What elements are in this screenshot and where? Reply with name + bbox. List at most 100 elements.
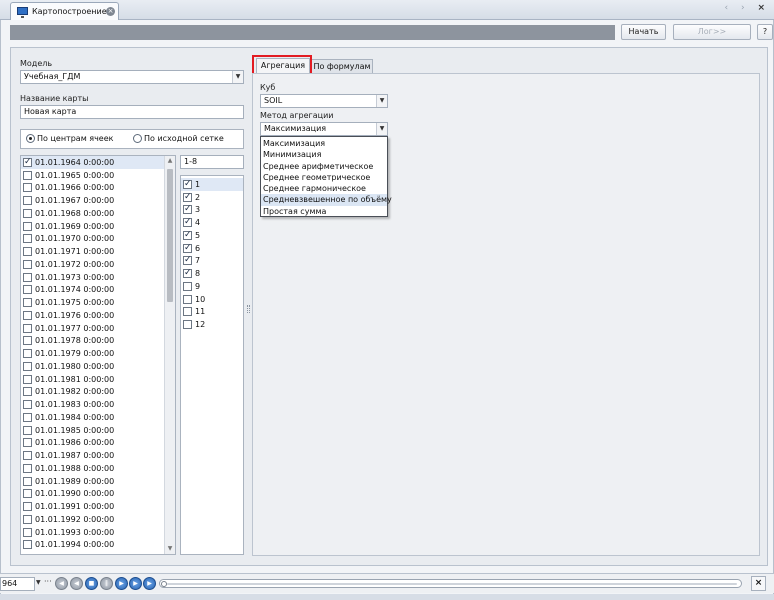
- layer-item[interactable]: 12: [181, 318, 243, 331]
- date-item[interactable]: 01.01.1974 0:00:00: [21, 284, 175, 297]
- stop-icon[interactable]: ■: [85, 577, 98, 590]
- layer-range-input[interactable]: 1-8: [180, 155, 244, 169]
- checkbox-icon[interactable]: [23, 285, 32, 295]
- checkbox-icon[interactable]: [23, 234, 32, 244]
- checkbox-icon[interactable]: [23, 438, 32, 448]
- date-item[interactable]: 01.01.1986 0:00:00: [21, 437, 175, 450]
- date-item[interactable]: 01.01.1984 0:00:00: [21, 411, 175, 424]
- checkbox-icon[interactable]: [23, 463, 32, 473]
- checkbox-checked-icon[interactable]: ✓: [23, 157, 32, 167]
- splitter-handle[interactable]: [247, 305, 250, 313]
- checkbox-icon[interactable]: [23, 489, 32, 499]
- date-item[interactable]: 01.01.1973 0:00:00: [21, 271, 175, 284]
- date-item[interactable]: 01.01.1975 0:00:00: [21, 296, 175, 309]
- layer-item[interactable]: ✓ 3: [181, 204, 243, 217]
- method-option[interactable]: Среднее арифметическое: [261, 161, 387, 172]
- date-item[interactable]: 01.01.1994 0:00:00: [21, 539, 175, 552]
- radio-dot-icon[interactable]: [133, 134, 142, 143]
- window-controls[interactable]: ‹ › ×: [725, 3, 770, 13]
- checkbox-icon[interactable]: [23, 502, 32, 512]
- scroll-thumb[interactable]: [167, 169, 173, 302]
- date-item[interactable]: ✓ 01.01.1964 0:00:00: [21, 156, 175, 169]
- method-option[interactable]: Среднее гармоническое: [261, 183, 387, 194]
- checkbox-icon[interactable]: [23, 527, 32, 537]
- checkbox-icon[interactable]: [183, 294, 192, 304]
- checkbox-icon[interactable]: [23, 272, 32, 282]
- layer-item[interactable]: ✓ 4: [181, 216, 243, 229]
- close-playback-button[interactable]: ×: [751, 576, 766, 591]
- checkbox-icon[interactable]: [183, 281, 192, 291]
- layer-item[interactable]: ✓ 8: [181, 267, 243, 280]
- rewind-icon[interactable]: ◀: [70, 577, 83, 590]
- date-item[interactable]: 01.01.1981 0:00:00: [21, 373, 175, 386]
- checkbox-checked-icon[interactable]: ✓: [183, 243, 192, 253]
- date-item[interactable]: 01.01.1971 0:00:00: [21, 245, 175, 258]
- date-item[interactable]: 01.01.1968 0:00:00: [21, 207, 175, 220]
- checkbox-icon[interactable]: [23, 323, 32, 333]
- checkbox-icon[interactable]: [23, 425, 32, 435]
- model-select[interactable]: Учебная_ГДМ ▼: [20, 70, 244, 84]
- method-option[interactable]: Минимизация: [261, 149, 387, 160]
- date-item[interactable]: 01.01.1976 0:00:00: [21, 309, 175, 322]
- radio-source-grid[interactable]: По исходной сетке: [133, 134, 224, 143]
- date-item[interactable]: 01.01.1991 0:00:00: [21, 500, 175, 513]
- close-icon[interactable]: ×: [106, 7, 115, 16]
- date-item[interactable]: 01.01.1969 0:00:00: [21, 220, 175, 233]
- method-option[interactable]: Среднее геометрическое: [261, 172, 387, 183]
- checkbox-icon[interactable]: [183, 320, 192, 330]
- checkbox-checked-icon[interactable]: ✓: [183, 218, 192, 228]
- method-select[interactable]: Максимизация ▼: [260, 122, 388, 136]
- date-field[interactable]: 964: [0, 577, 35, 591]
- checkbox-checked-icon[interactable]: ✓: [183, 256, 192, 266]
- checkbox-icon[interactable]: [23, 349, 32, 359]
- checkbox-icon[interactable]: [23, 170, 32, 180]
- checkbox-icon[interactable]: [23, 540, 32, 550]
- date-item[interactable]: 01.01.1985 0:00:00: [21, 424, 175, 437]
- scroll-up-icon[interactable]: ▲: [165, 156, 175, 166]
- layer-item[interactable]: ✓ 5: [181, 229, 243, 242]
- radio-dot-icon[interactable]: [26, 134, 35, 143]
- chevron-down-icon[interactable]: ▼: [376, 95, 387, 107]
- first-frame-icon[interactable]: ◀: [55, 577, 68, 590]
- checkbox-icon[interactable]: [23, 208, 32, 218]
- date-item[interactable]: 01.01.1982 0:00:00: [21, 386, 175, 399]
- checkbox-icon[interactable]: [23, 259, 32, 269]
- date-item[interactable]: 01.01.1979 0:00:00: [21, 347, 175, 360]
- timeline-slider[interactable]: [159, 579, 742, 588]
- checkbox-icon[interactable]: [23, 412, 32, 422]
- checkbox-checked-icon[interactable]: ✓: [183, 269, 192, 279]
- layer-item[interactable]: ✓ 6: [181, 242, 243, 255]
- date-item[interactable]: 01.01.1966 0:00:00: [21, 182, 175, 195]
- checkbox-icon[interactable]: [23, 196, 32, 206]
- layer-item[interactable]: ✓ 7: [181, 255, 243, 268]
- scroll-down-icon[interactable]: ▼: [165, 544, 175, 554]
- date-item[interactable]: 01.01.1977 0:00:00: [21, 322, 175, 335]
- checkbox-icon[interactable]: [23, 451, 32, 461]
- chevron-down-icon[interactable]: ▼: [36, 579, 41, 586]
- date-item[interactable]: 01.01.1972 0:00:00: [21, 258, 175, 271]
- checkbox-icon[interactable]: [23, 221, 32, 231]
- help-button[interactable]: ?: [757, 24, 773, 40]
- layer-item[interactable]: 10: [181, 293, 243, 306]
- method-option[interactable]: Средневзвешенное по объёму: [261, 194, 392, 206]
- checkbox-icon[interactable]: [23, 476, 32, 486]
- date-item[interactable]: 01.01.1988 0:00:00: [21, 462, 175, 475]
- dates-scrollbar[interactable]: ▲ ▼: [164, 156, 175, 554]
- checkbox-icon[interactable]: [23, 247, 32, 257]
- tab-cartography[interactable]: Картопостроение ×: [10, 2, 119, 20]
- radio-centers[interactable]: По центрам ячеек: [26, 134, 113, 143]
- date-item[interactable]: 01.01.1989 0:00:00: [21, 475, 175, 488]
- date-item[interactable]: 01.01.1992 0:00:00: [21, 513, 175, 526]
- date-item[interactable]: 01.01.1983 0:00:00: [21, 398, 175, 411]
- checkbox-icon[interactable]: [23, 298, 32, 308]
- method-option[interactable]: Простая сумма: [261, 206, 387, 217]
- date-item[interactable]: 01.01.1965 0:00:00: [21, 169, 175, 182]
- more-icon[interactable]: ···: [44, 577, 52, 586]
- log-button[interactable]: Лог>>: [673, 24, 751, 40]
- checkbox-icon[interactable]: [23, 387, 32, 397]
- checkbox-icon[interactable]: [23, 361, 32, 371]
- checkbox-checked-icon[interactable]: ✓: [183, 205, 192, 215]
- play-icon[interactable]: ▶: [115, 577, 128, 590]
- pause-icon[interactable]: ‖: [100, 577, 113, 590]
- tab-formulas[interactable]: По формулам: [311, 59, 373, 74]
